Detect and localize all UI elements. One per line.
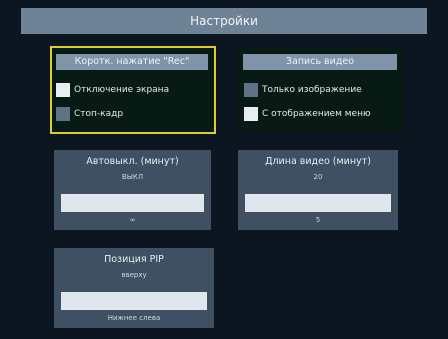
- video-length-spinner[interactable]: Длина видео (минут) 20 5: [238, 150, 398, 230]
- option-label: Только изображение: [262, 85, 362, 95]
- video-record-title: Запись видео: [243, 54, 397, 70]
- option-with-menu[interactable]: С отображением меню: [244, 107, 371, 121]
- spinner-title: Длина видео (минут): [265, 156, 371, 167]
- spinner-current-value[interactable]: [245, 194, 391, 212]
- spinner-current-value[interactable]: [61, 292, 207, 310]
- checkbox-checked[interactable]: [244, 107, 258, 121]
- spinner-next-value: 5: [315, 216, 321, 224]
- option-label: С отображением меню: [262, 109, 371, 119]
- option-image-only[interactable]: Только изображение: [244, 83, 362, 97]
- spinner-current-value[interactable]: [61, 194, 204, 212]
- selection-outline: [50, 46, 216, 134]
- pip-position-spinner[interactable]: Позиция PIP вверху Нижнее слева: [54, 248, 214, 328]
- video-record-panel[interactable]: Запись видео Только изображение С отобра…: [236, 48, 404, 132]
- checkbox-unchecked[interactable]: [244, 83, 258, 97]
- auto-shutdown-spinner[interactable]: Автовыкл. (минут) ВЫКЛ ∞: [54, 150, 211, 230]
- spinner-title: Автовыкл. (минут): [86, 156, 179, 167]
- page-title: Настройки: [21, 8, 427, 34]
- settings-screen: Настройки Коротк. нажатие "Rec" Отключен…: [0, 0, 448, 339]
- spinner-prev-value: ВЫКЛ: [121, 173, 144, 181]
- spinner-prev-value: 20: [313, 173, 323, 181]
- spinner-next-value: Нижнее слева: [107, 314, 161, 322]
- spinner-prev-value: вверху: [121, 271, 147, 279]
- spinner-next-value: ∞: [129, 216, 136, 224]
- spinner-title: Позиция PIP: [104, 254, 164, 265]
